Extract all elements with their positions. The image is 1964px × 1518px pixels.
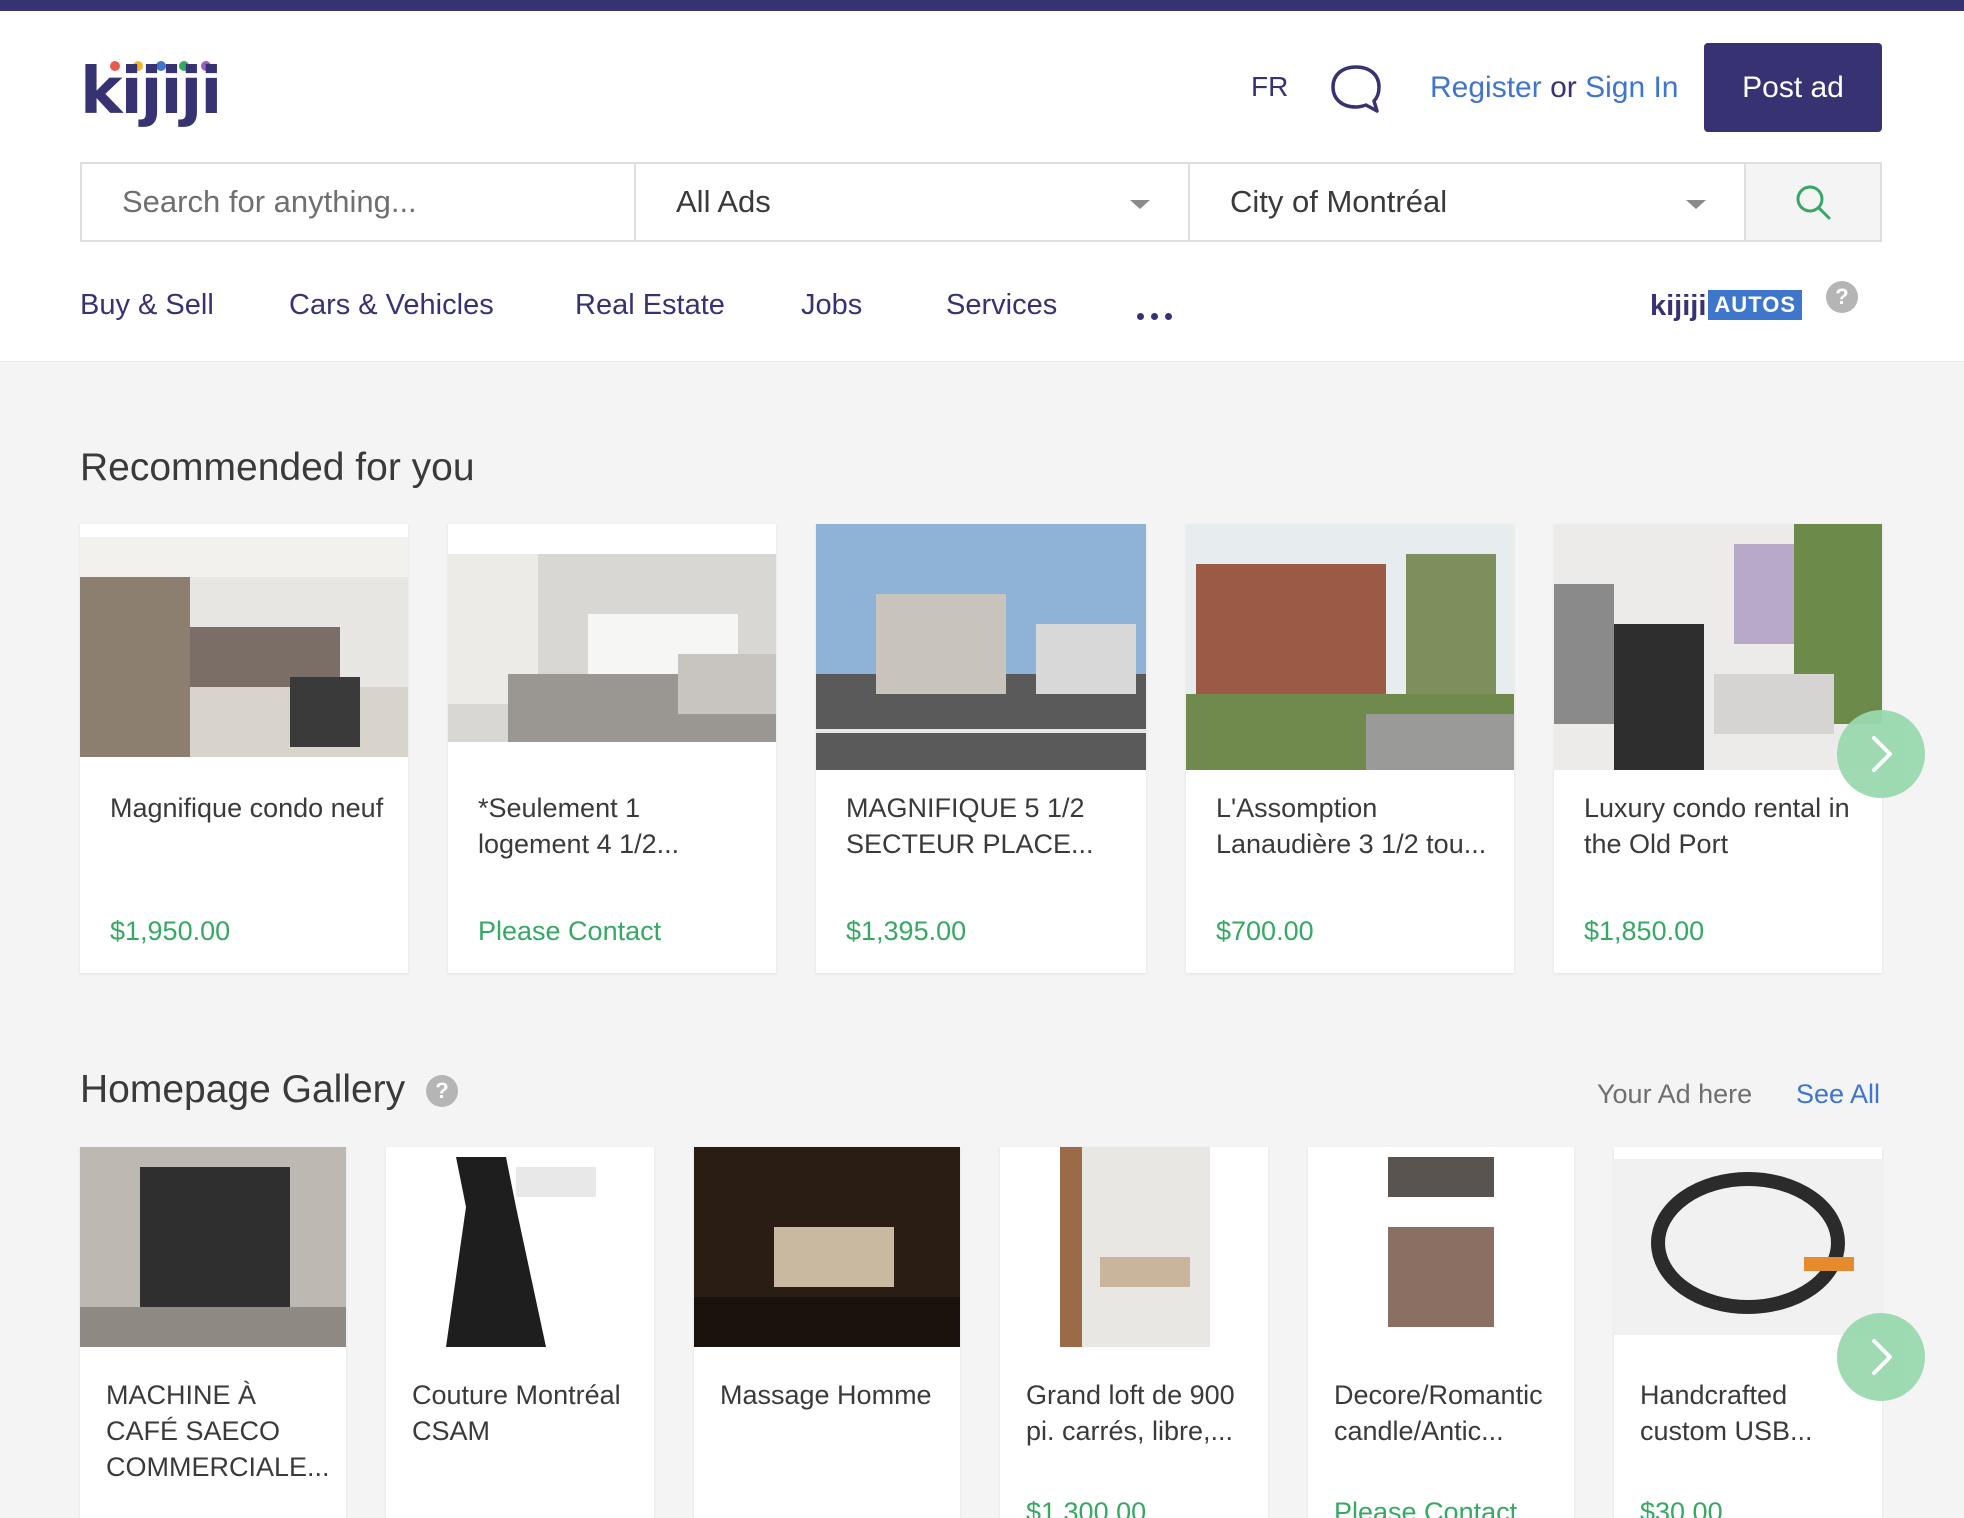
listing-card[interactable]: MAGNIFIQUE 5 1/2 SECTEUR PLACE... $1,395… xyxy=(816,524,1146,973)
listing-title: MACHINE À CAFÉ SAECO COMMERCIALE... xyxy=(106,1380,330,1482)
kijiji-logo[interactable]: kijiji xyxy=(80,49,222,139)
gallery-card[interactable]: Decore/Romantic candle/Antic... Please C… xyxy=(1308,1147,1574,1518)
chevron-down-icon xyxy=(1130,200,1150,209)
autos-badge: AUTOS xyxy=(1708,290,1803,320)
listing-title: Grand loft de 900 pi. carrés, libre,... xyxy=(1026,1380,1235,1446)
category-select[interactable]: All Ads xyxy=(636,164,1190,240)
auth-links: Register or Sign In xyxy=(1430,71,1679,105)
listing-price: $1,300.00 xyxy=(1026,1497,1147,1518)
nav-item-real-estate[interactable]: Real Estate xyxy=(575,289,725,322)
listing-image xyxy=(1000,1147,1268,1347)
location-value: City of Montréal xyxy=(1230,184,1448,219)
listing-image xyxy=(448,554,776,742)
or-text: or xyxy=(1550,71,1577,104)
location-select[interactable]: City of Montréal xyxy=(1190,164,1746,240)
chevron-down-icon xyxy=(1686,200,1706,209)
listing-title: Couture Montréal CSAM xyxy=(412,1380,621,1446)
gallery-card[interactable]: Massage Homme xyxy=(694,1147,960,1518)
gallery-card[interactable]: MACHINE À CAFÉ SAECO COMMERCIALE... xyxy=(80,1147,346,1518)
search-input[interactable]: Search for anything... xyxy=(82,164,636,240)
listing-title: Decore/Romantic candle/Antic... xyxy=(1334,1380,1543,1446)
search-bar: Search for anything... All Ads City of M… xyxy=(80,162,1882,242)
recommended-title: Recommended for you xyxy=(80,446,475,489)
listing-image xyxy=(694,1147,960,1347)
chevron-right-icon xyxy=(1872,736,1892,772)
listing-image xyxy=(386,1147,654,1347)
gallery-next-button[interactable] xyxy=(1837,1313,1925,1401)
listing-price: $700.00 xyxy=(1216,916,1314,946)
gallery-card[interactable]: Couture Montréal CSAM xyxy=(386,1147,654,1518)
help-icon[interactable]: ? xyxy=(1826,281,1858,313)
listing-title: L'Assomption Lanaudière 3 1/2 tou... xyxy=(1216,793,1487,859)
listing-title: Massage Homme xyxy=(720,1380,932,1410)
gallery-title: Homepage Gallery xyxy=(80,1068,406,1111)
listing-price: $30.00 xyxy=(1640,1497,1723,1518)
listing-card[interactable]: L'Assomption Lanaudière 3 1/2 tou... $70… xyxy=(1186,524,1514,973)
nav-item-buy-sell[interactable]: Buy & Sell xyxy=(80,289,214,322)
your-ad-here-link[interactable]: Your Ad here xyxy=(1597,1079,1752,1110)
nav-item-cars-vehicles[interactable]: Cars & Vehicles xyxy=(289,289,494,322)
listing-image xyxy=(80,1147,346,1347)
listing-image xyxy=(80,537,408,757)
autos-prefix: kijiji xyxy=(1650,290,1707,322)
category-value: All Ads xyxy=(676,184,771,219)
listing-price: $1,395.00 xyxy=(846,916,967,946)
register-link[interactable]: Register xyxy=(1430,71,1542,104)
listing-image xyxy=(1554,524,1882,770)
logo-wordmark: kijiji xyxy=(80,55,222,129)
listing-title: MAGNIFIQUE 5 1/2 SECTEUR PLACE... xyxy=(846,793,1094,859)
chat-bubble-icon[interactable] xyxy=(1330,63,1382,115)
nav-item-services[interactable]: Services xyxy=(946,289,1057,322)
post-ad-button[interactable]: Post ad xyxy=(1704,43,1882,132)
top-accent-bar xyxy=(0,0,1964,11)
listing-price: $1,950.00 xyxy=(110,916,231,946)
more-categories-icon[interactable] xyxy=(1137,307,1179,325)
listing-image xyxy=(1186,524,1514,770)
listing-image xyxy=(1308,1147,1574,1347)
chevron-right-icon xyxy=(1872,1339,1892,1375)
help-icon[interactable]: ? xyxy=(426,1075,458,1107)
site-header: kijiji FR Register or Sign In Post ad Se… xyxy=(0,11,1964,362)
listing-card[interactable]: *Seulement 1 logement 4 1/2... Please Co… xyxy=(448,524,776,973)
listing-card[interactable]: Luxury condo rental in the Old Port $1,8… xyxy=(1554,524,1882,973)
gallery-card[interactable]: Handcrafted custom USB... $30.00 xyxy=(1614,1147,1882,1518)
search-button[interactable] xyxy=(1746,164,1880,240)
listing-image xyxy=(816,524,1146,770)
see-all-link[interactable]: See All xyxy=(1796,1079,1880,1110)
sign-in-link[interactable]: Sign In xyxy=(1585,71,1678,104)
language-toggle[interactable]: FR xyxy=(1251,71,1288,103)
listing-title: Handcrafted custom USB... xyxy=(1640,1380,1813,1446)
listing-card[interactable]: Magnifique condo neuf $1,950.00 xyxy=(80,524,408,973)
listing-price: Please Contact xyxy=(1334,1497,1518,1518)
listing-image xyxy=(1614,1147,1882,1347)
listing-price: Please Contact xyxy=(478,916,662,946)
gallery-card[interactable]: Grand loft de 900 pi. carrés, libre,... … xyxy=(1000,1147,1268,1518)
kijiji-autos-link[interactable]: kijiji AUTOS xyxy=(1650,290,1803,323)
search-icon xyxy=(1796,185,1831,220)
listing-title: Luxury condo rental in the Old Port xyxy=(1584,793,1850,859)
nav-item-jobs[interactable]: Jobs xyxy=(801,289,862,322)
listing-title: Magnifique condo neuf xyxy=(110,793,384,823)
listing-price: $1,850.00 xyxy=(1584,916,1705,946)
listing-title: *Seulement 1 logement 4 1/2... xyxy=(478,793,680,859)
carousel-next-button[interactable] xyxy=(1837,710,1925,798)
